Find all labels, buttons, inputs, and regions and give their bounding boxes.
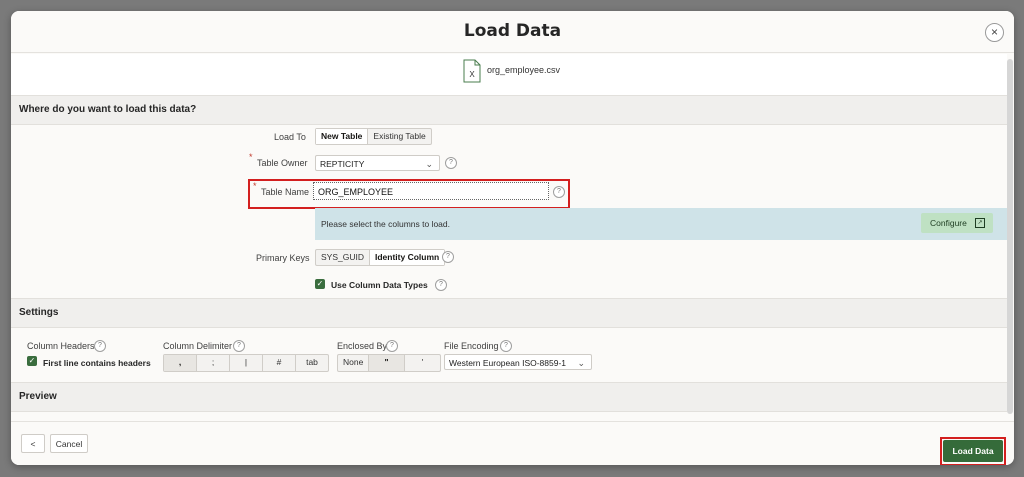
chevron-down-icon: ⌄ [577, 358, 585, 368]
back-button[interactable]: < [21, 434, 45, 453]
column-headers-help-icon[interactable]: ? [94, 340, 106, 352]
dialog-title: Load Data [463, 21, 562, 41]
enclosed-double-quote[interactable]: " [369, 355, 405, 371]
column-delimiter-label: Column Delimiter [163, 341, 233, 351]
primary-keys-help-icon[interactable]: ? [442, 251, 454, 263]
file-encoding-help-icon[interactable]: ? [500, 340, 512, 352]
file-encoding-label: File Encoding [444, 341, 499, 351]
primary-key-identity-column[interactable]: Identity Column [370, 250, 445, 265]
column-headers-label: Column Headers [27, 341, 95, 351]
where-heading: Where do you want to load this data? [19, 104, 197, 115]
enclosed-by-label: Enclosed By [337, 341, 388, 351]
settings-heading: Settings [19, 307, 59, 318]
cancel-button[interactable]: Cancel [50, 434, 88, 453]
column-delimiter-toggle[interactable]: , ; | # tab [163, 354, 329, 372]
delimiter-help-icon[interactable]: ? [233, 340, 245, 352]
svg-text:X: X [469, 70, 475, 79]
settings-section-header: Settings [11, 298, 1007, 328]
first-line-headers-checkbox[interactable]: ✓ [27, 356, 37, 366]
csv-file-icon: X [463, 59, 481, 83]
dialog-header: Load Data × [11, 11, 1014, 53]
table-owner-value: REPTICITY [320, 159, 365, 169]
file-encoding-select[interactable]: Western European ISO-8859-1 ⌄ [444, 354, 592, 370]
scrollbar[interactable] [1007, 59, 1013, 414]
enclosed-none[interactable]: None [338, 355, 369, 371]
enclosed-single-quote[interactable]: ' [405, 355, 440, 371]
load-to-new-table[interactable]: New Table [316, 129, 369, 144]
table-name-input[interactable]: ORG_EMPLOYEE [313, 182, 549, 200]
columns-info-message: Please select the columns to load. [321, 219, 450, 229]
use-column-data-types-label: Use Column Data Types [331, 280, 428, 290]
load-to-label: Load To [274, 132, 306, 142]
table-name-help-icon[interactable]: ? [553, 186, 565, 198]
delimiter-semicolon[interactable]: ; [197, 355, 230, 371]
use-types-help-icon[interactable]: ? [435, 279, 447, 291]
table-owner-label: Table Owner [257, 158, 308, 168]
primary-key-sys-guid[interactable]: SYS_GUID [316, 250, 370, 265]
file-encoding-value: Western European ISO-8859-1 [449, 358, 567, 368]
enclosed-by-help-icon[interactable]: ? [386, 340, 398, 352]
file-name: org_employee.csv [487, 65, 561, 75]
table-owner-select[interactable]: REPTICITY ⌄ [315, 155, 440, 171]
close-icon: × [990, 25, 998, 39]
preview-section-header: Preview [11, 382, 1007, 412]
dialog-footer: < Cancel Load Data [11, 421, 1014, 465]
table-name-required-mark: * [253, 181, 257, 191]
where-section-header: Where do you want to load this data? [11, 95, 1007, 125]
owner-help-icon[interactable]: ? [445, 157, 457, 169]
load-to-existing-table[interactable]: Existing Table [368, 129, 430, 144]
enclosed-by-toggle[interactable]: None " ' [337, 354, 441, 372]
primary-keys-label: Primary Keys [256, 253, 310, 263]
table-name-label: Table Name [261, 187, 310, 197]
columns-info-bar: Please select the columns to load. Confi… [315, 208, 1007, 240]
configure-label: Configure [930, 218, 967, 228]
primary-keys-toggle[interactable]: SYS_GUID Identity Column [315, 249, 446, 266]
delimiter-comma[interactable]: , [164, 355, 197, 371]
delimiter-hash[interactable]: # [263, 355, 296, 371]
configure-button[interactable]: Configure ↗ [921, 213, 993, 233]
load-data-button[interactable]: Load Data [943, 440, 1003, 462]
chevron-left-icon: < [30, 439, 36, 449]
load-data-dialog: Load Data × X org_employee.csv Where do … [11, 11, 1014, 465]
owner-required-mark: * [249, 152, 253, 162]
load-to-toggle[interactable]: New Table Existing Table [315, 128, 432, 145]
delimiter-pipe[interactable]: | [230, 355, 263, 371]
close-button[interactable]: × [985, 23, 1004, 42]
preview-heading: Preview [19, 391, 57, 402]
use-column-data-types-checkbox[interactable]: ✓ [315, 279, 325, 289]
chevron-down-icon: ⌄ [425, 159, 433, 169]
open-dialog-icon: ↗ [975, 218, 985, 228]
first-line-headers-label: First line contains headers [43, 358, 151, 368]
delimiter-tab[interactable]: tab [296, 355, 328, 371]
